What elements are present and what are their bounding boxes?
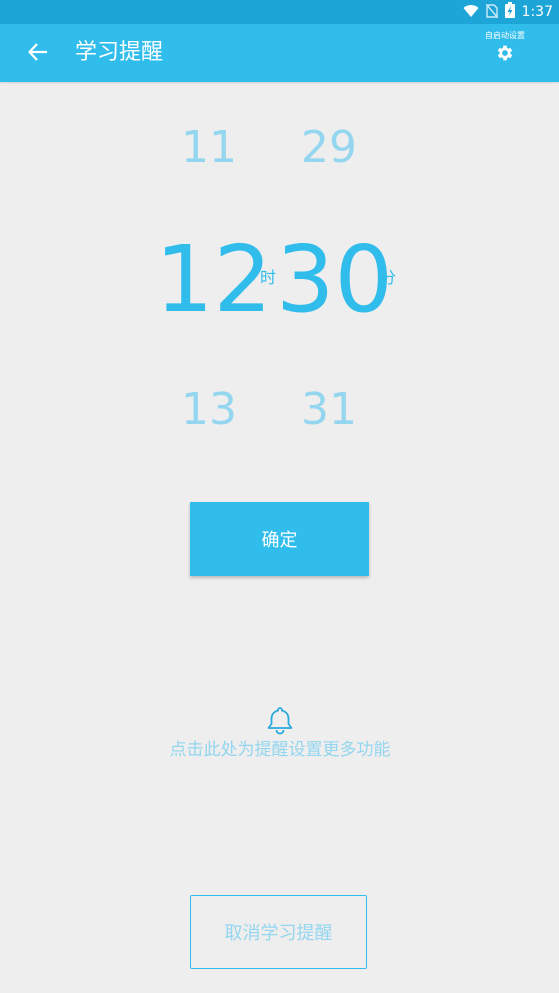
minute-prev[interactable]: 29 bbox=[274, 122, 384, 174]
page-title: 学习提醒 bbox=[75, 40, 164, 65]
app-bar: 学习提醒 自启动设置 bbox=[0, 24, 559, 82]
more-settings-link[interactable]: 点击此处为提醒设置更多功能 bbox=[130, 704, 430, 766]
no-sim-icon bbox=[485, 3, 499, 22]
autostart-settings-button[interactable]: 自启动设置 bbox=[473, 30, 537, 76]
confirm-button[interactable]: 确定 bbox=[190, 502, 369, 576]
minute-selected[interactable]: 30 bbox=[276, 230, 393, 330]
settings-caption: 自启动设置 bbox=[485, 31, 525, 40]
hour-unit-label: 时 bbox=[260, 268, 277, 287]
more-settings-text: 点击此处为提醒设置更多功能 bbox=[169, 740, 391, 760]
status-bar: 1:37 bbox=[0, 0, 559, 24]
bell-icon bbox=[130, 704, 430, 736]
gear-icon bbox=[495, 43, 515, 67]
battery-charging-icon bbox=[504, 2, 515, 22]
wifi-icon bbox=[463, 3, 479, 22]
hour-next[interactable]: 13 bbox=[154, 384, 264, 436]
minute-next[interactable]: 31 bbox=[274, 384, 384, 436]
back-button[interactable] bbox=[22, 38, 54, 70]
arrow-left-icon bbox=[28, 43, 48, 65]
hour-selected[interactable]: 12 bbox=[155, 230, 272, 330]
status-icons: 1:37 bbox=[463, 0, 553, 24]
cancel-reminder-button[interactable]: 取消学习提醒 bbox=[190, 895, 367, 969]
status-time: 1:37 bbox=[521, 4, 553, 20]
hour-prev[interactable]: 11 bbox=[154, 122, 264, 174]
minute-unit-label: 分 bbox=[380, 268, 397, 287]
